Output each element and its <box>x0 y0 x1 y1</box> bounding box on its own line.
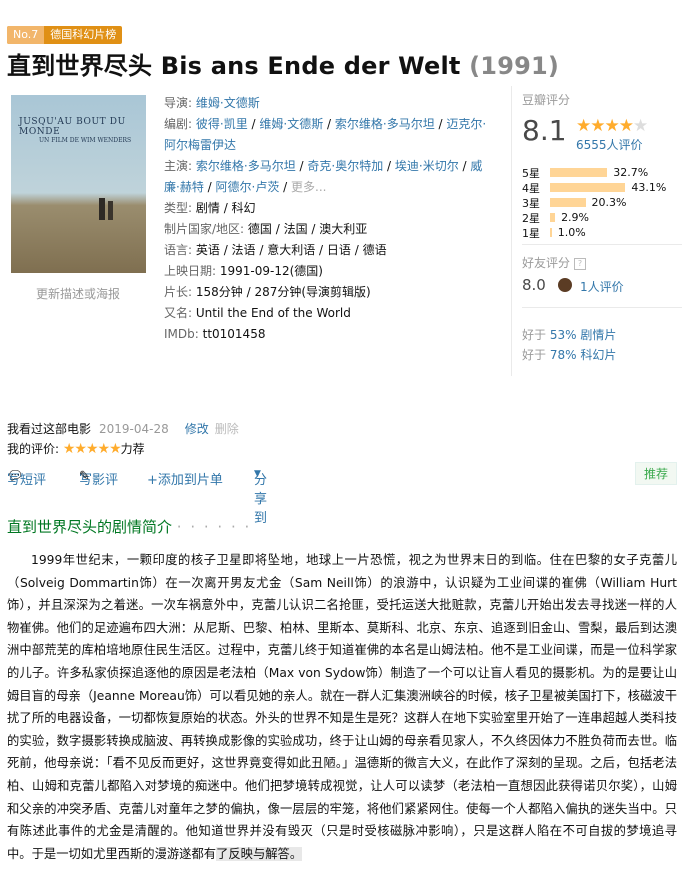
better-than: 好于 53% 剧情片 好于 78% 科幻片 <box>522 328 617 362</box>
rating-bar <box>550 183 626 192</box>
release-value: 1991-09-12(德国) <box>219 264 323 278</box>
director-link[interactable]: 维姆·文德斯 <box>196 96 260 110</box>
divider <box>522 244 682 245</box>
writer-link[interactable]: 维姆·文德斯 <box>259 117 323 131</box>
rank-list-name: 德国科幻片榜 <box>50 28 117 41</box>
edit-link[interactable]: 修改 <box>185 422 209 436</box>
rating-bar-row: 2星 2.9% <box>522 211 590 225</box>
rating-score: 8.1 <box>522 114 567 147</box>
seen-date: 2019-04-28 <box>99 422 169 436</box>
add-to-list-button[interactable]: +添加到片单 <box>147 469 223 488</box>
rating-stars-icon: ★★★★★ <box>576 116 648 136</box>
friend-rating-title: 好友评分? <box>522 254 587 271</box>
better-than-link[interactable]: 53% <box>550 328 577 342</box>
release-row: 上映日期: 1991-09-12(德国) <box>164 264 323 278</box>
cast-more-link[interactable]: 更多... <box>291 180 326 194</box>
summary-text: 1999年世纪末，一颗印度的核子卫星即将坠地，地球上一片恐慌，视之为世界末日的到… <box>7 553 677 861</box>
movie-title: 直到世界尽头 Bis ans Ende der Welt <box>7 52 461 80</box>
avatar[interactable] <box>558 278 572 292</box>
summary-title: 直到世界尽头的剧情简介 · · · · · · <box>7 518 252 536</box>
better-than-link[interactable]: 78% <box>550 348 577 362</box>
rank-number: No.7 <box>7 26 45 44</box>
cast-row: 主演: 索尔维格·多马尔坦 / 奇克·奥尔特加 / 埃迪·米切尔 / 威廉·赫特… <box>164 159 483 194</box>
update-poster-link[interactable]: 更新描述或海报 <box>36 285 120 302</box>
seen-label: 我看过这部电影 <box>7 422 92 436</box>
chevron-down-icon: ▼ <box>254 469 261 479</box>
write-review-button[interactable]: ✎ 写影评 <box>79 469 118 488</box>
cast-link[interactable]: 埃迪·米切尔 <box>395 159 459 173</box>
runtime-row: 片长: 158分钟 / 287分钟(导演剪辑版) <box>164 285 371 299</box>
movie-year: (1991) <box>469 52 560 80</box>
rating-count-link[interactable]: 6555人评价 <box>576 136 643 153</box>
rating-bar-row: 1星 1.0% <box>522 226 586 240</box>
director-row: 导演: 维姆·文德斯 <box>164 96 260 110</box>
genre-value: 剧情 / 科幻 <box>195 201 256 215</box>
language-row: 语言: 英语 / 法语 / 意大利语 / 日语 / 德语 <box>164 243 387 257</box>
movie-info: 导演: 维姆·文德斯 编剧: 彼得·凯里 / 维姆·文德斯 / 索尔维格·多马尔… <box>164 93 494 345</box>
pencil-icon: ✎ <box>79 469 90 484</box>
rating-distribution: 5星 32.7% 4星 43.1% 3星 20.3% 2星 2.9% 1星 1.0% <box>522 165 666 240</box>
user-status: 我看过这部电影 2019-04-28 修改 删除 我的评价: ★★★★★力荐 <box>7 419 239 457</box>
poster-figure <box>99 198 105 220</box>
movie-poster[interactable]: JUSQU'AU BOUT DU MONDE UN FILM DE WIM WE… <box>11 95 146 273</box>
cast-link[interactable]: 索尔维格·多马尔坦 <box>196 159 296 173</box>
runtime-value: 158分钟 / 287分钟(导演剪辑版) <box>195 285 371 299</box>
action-bar: 💬︎ 写短评 ✎ 写影评 +添加到片单 分享到 ▼ 推荐 <box>7 462 679 526</box>
imdb-row: IMDb: tt0101458 <box>164 327 266 341</box>
cast-link[interactable]: 阿德尔·卢茨 <box>216 180 280 194</box>
rank-badge[interactable]: No.7 德国科幻片榜 <box>7 26 123 44</box>
recommend-button[interactable]: 推荐 <box>634 462 677 485</box>
aka-row: 又名: Until the End of the World <box>164 306 351 320</box>
rating-panel: 豆瓣评分 8.1 ★★★★★ 6555人评价 5星 32.7% 4星 43.1% 3… <box>511 86 685 376</box>
writer-link[interactable]: 索尔维格·多马尔坦 <box>335 117 435 131</box>
delete-link[interactable]: 删除 <box>215 422 239 436</box>
rating-bar <box>550 198 586 207</box>
writer-row: 编剧: 彼得·凯里 / 维姆·文德斯 / 索尔维格·多马尔坦 / 迈克尔·阿尔梅… <box>164 117 487 152</box>
country-row: 制片国家/地区: 德国 / 法国 / 澳大利亚 <box>164 222 368 236</box>
writer-link[interactable]: 彼得·凯里 <box>196 117 248 131</box>
divider <box>522 307 682 308</box>
better-than-genre-link[interactable]: 剧情片 <box>580 328 616 342</box>
poster-subtitle-text: UN FILM DE WIM WENDERS <box>39 137 132 144</box>
cast-link[interactable]: 奇克·奥尔特加 <box>307 159 383 173</box>
rating-bar-row: 3星 20.3% <box>522 196 627 210</box>
better-than-genre-link[interactable]: 科幻片 <box>580 348 616 362</box>
genre-row: 类型: 剧情 / 科幻 <box>164 201 256 215</box>
language-value: 英语 / 法语 / 意大利语 / 日语 / 德语 <box>195 243 387 257</box>
rating-bar <box>550 213 556 222</box>
friend-rating-count-link[interactable]: 1人评价 <box>580 278 624 295</box>
rating-bar <box>550 168 608 177</box>
rating-bar-row: 5星 32.7% <box>522 166 649 180</box>
my-rating-stars-icon[interactable]: ★★★★★ <box>63 441 122 457</box>
my-rating: 我的评价: ★★★★★力荐 <box>7 441 145 457</box>
aka-value: Until the End of the World <box>195 306 351 320</box>
rating-bar <box>550 228 552 237</box>
rating-bar-row: 4星 43.1% <box>522 181 667 195</box>
rating-title: 豆瓣评分 <box>522 93 571 107</box>
friend-rating-score: 8.0 <box>522 276 546 294</box>
country-value: 德国 / 法国 / 澳大利亚 <box>247 222 368 236</box>
imdb-value: tt0101458 <box>202 327 266 341</box>
write-short-review-button[interactable]: 💬︎ 写短评 <box>7 469 46 488</box>
poster-title-text: JUSQU'AU BOUT DU MONDE <box>19 117 126 137</box>
poster-figure <box>108 201 113 220</box>
help-icon[interactable]: ? <box>574 257 587 270</box>
page-title: 直到世界尽头 Bis ans Ende der Welt (1991) <box>7 46 559 81</box>
comment-icon: 💬︎ <box>7 469 24 484</box>
my-rating-text: 力荐 <box>120 442 145 456</box>
